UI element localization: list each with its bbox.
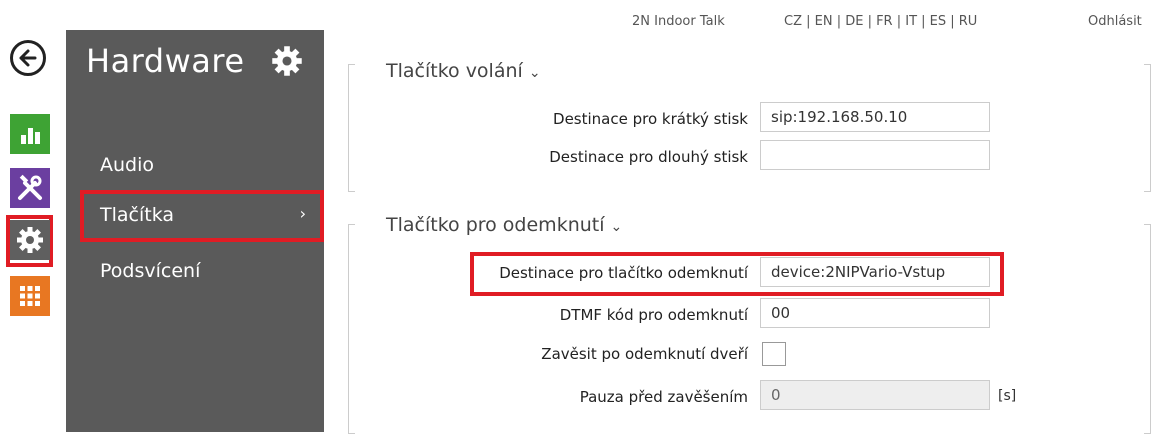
section-frame [348, 224, 355, 434]
chart-icon [21, 128, 40, 144]
section-frame [1144, 224, 1151, 434]
dtmf-label: DTMF kód pro odemknutí [559, 306, 748, 324]
tools-icon [18, 174, 42, 200]
nav-system[interactable] [10, 276, 50, 316]
sidebar-item-buttons[interactable]: Tlačítka › [80, 190, 324, 242]
language-selector[interactable]: CZ | EN | DE | FR | IT | ES | RU [784, 14, 977, 29]
logout-link[interactable]: Odhlásit [1088, 14, 1142, 29]
gear-icon [272, 46, 302, 76]
hangup-checkbox[interactable] [762, 342, 786, 366]
section-title-call-button[interactable]: Tlačítko volání ⌄ [386, 60, 541, 82]
section-title-text: Tlačítko pro odemknutí [386, 214, 605, 236]
nav-hardware[interactable] [10, 220, 50, 260]
chevron-right-icon: › [299, 204, 306, 223]
back-button[interactable] [10, 40, 46, 76]
sidebar-item-backlight[interactable]: Podsvícení [100, 260, 200, 282]
short-press-label: Destinace pro krátký stisk [553, 110, 748, 128]
caret-down-icon: ⌄ [610, 219, 623, 235]
section-frame [348, 64, 355, 192]
arrow-left-icon [19, 49, 37, 67]
pause-input[interactable]: 0 [760, 380, 990, 410]
sidebar-title: Hardware [86, 42, 245, 80]
gear-icon [17, 227, 43, 253]
sidebar-item-label: Tlačítka [100, 204, 175, 226]
section-title-text: Tlačítko volání [386, 60, 523, 82]
unlock-destination-label: Destinace pro tlačítko odemknutí [499, 264, 748, 282]
section-title-unlock-button[interactable]: Tlačítko pro odemknutí ⌄ [386, 214, 622, 236]
unlock-destination-input[interactable]: device:2NIPVario-Vstup [760, 257, 990, 287]
section-frame [1144, 64, 1151, 192]
nav-services[interactable] [10, 168, 50, 208]
pause-label: Pauza před zavěšením [579, 388, 748, 406]
grid-icon [20, 286, 40, 306]
product-name: 2N Indoor Talk [632, 14, 725, 29]
short-press-input[interactable]: sip:192.168.50.10 [760, 102, 990, 132]
nav-status[interactable] [10, 114, 50, 154]
hangup-label: Zavěsit po odemknutí dveří [541, 345, 748, 363]
pause-unit: [s] [998, 388, 1017, 404]
caret-down-icon: ⌄ [528, 65, 541, 81]
long-press-input[interactable] [760, 140, 990, 170]
long-press-label: Destinace pro dlouhý stisk [549, 148, 748, 166]
dtmf-input[interactable]: 00 [760, 298, 990, 328]
sidebar-item-audio[interactable]: Audio [100, 154, 154, 176]
